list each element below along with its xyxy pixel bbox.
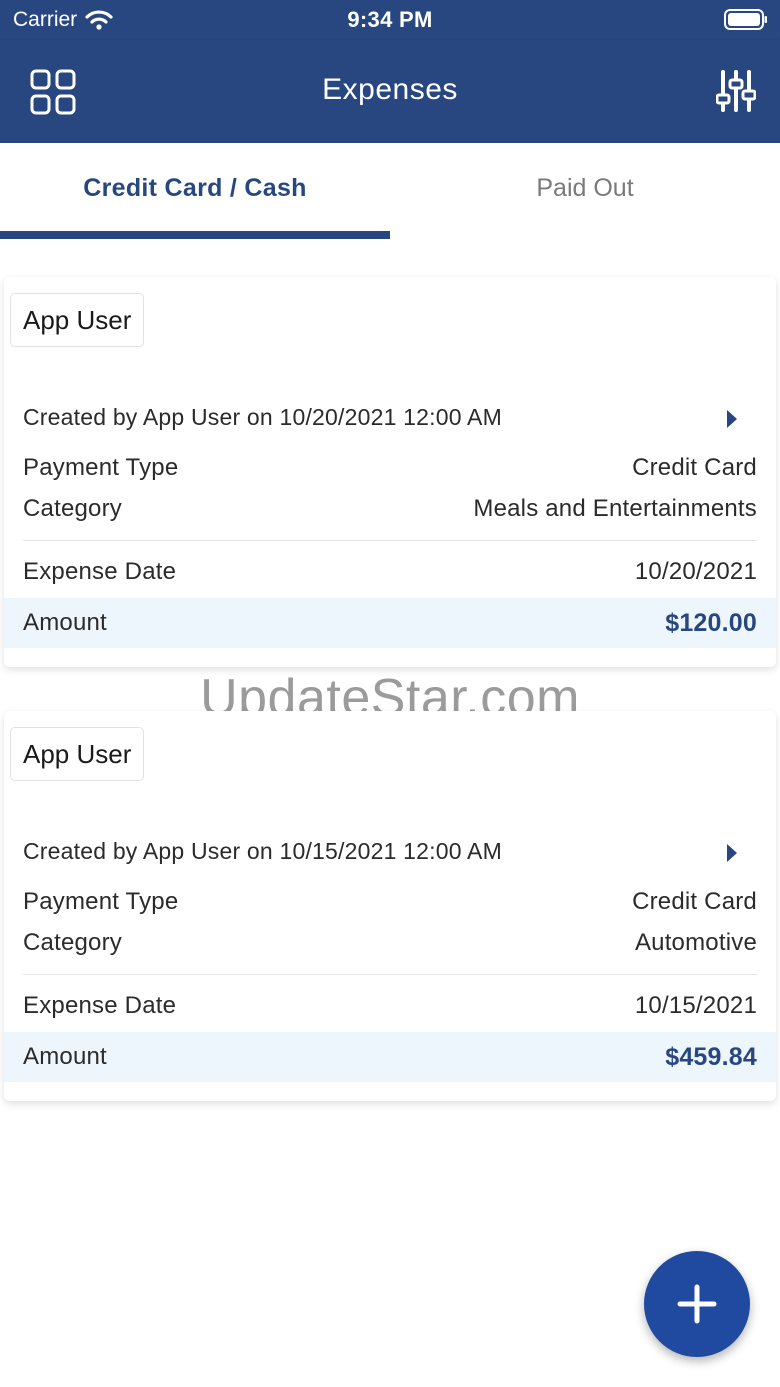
expense-date-value: 10/15/2021 [634,992,757,1019]
amount-value: $120.00 [665,608,757,637]
user-chip: App User [10,293,145,347]
divider [23,974,757,975]
status-time: 9:34 PM [347,7,433,32]
expense-card[interactable]: App User Created by App User on 10/15/20… [4,711,776,1101]
chevron-right-icon[interactable] [726,409,738,429]
expense-date-label: Expense Date [23,558,177,585]
tab-bar: Credit Card / Cash Paid Out [0,143,780,240]
category-label: Category [23,495,122,522]
payment-type-label: Payment Type [23,454,179,481]
status-bar: Carrier 9:34 PM [0,0,780,40]
category-value: Automotive [634,929,757,956]
category-value: Meals and Entertainments [473,495,757,522]
user-chip: App User [10,727,145,781]
payment-type-value: Credit Card [632,888,757,915]
payment-type-row: Payment Type Credit Card [23,448,757,488]
filter-sliders-icon[interactable] [716,69,756,113]
divider [23,540,757,541]
category-row: Category Automotive [23,923,757,963]
amount-label: Amount [23,609,107,636]
amount-row: Amount $120.00 [23,603,757,643]
tab-paid-out[interactable]: Paid Out [390,143,780,233]
created-by-text: Created by App User on 10/15/2021 12:00 … [23,838,502,864]
payment-type-value: Credit Card [632,454,757,481]
expense-date-value: 10/20/2021 [634,558,757,585]
chevron-right-icon[interactable] [726,843,738,863]
page-title: Expenses [322,73,458,106]
expense-date-label: Expense Date [23,992,177,1019]
amount-value: $459.84 [665,1042,757,1071]
expense-card[interactable]: App User Created by App User on 10/20/20… [4,277,776,667]
battery-icon [724,9,767,30]
amount-label: Amount [23,1043,107,1070]
payment-type-row: Payment Type Credit Card [23,882,757,922]
payment-type-label: Payment Type [23,888,179,915]
expense-date-row: Expense Date 10/20/2021 [23,552,757,592]
plus-icon [677,1284,717,1324]
created-by-text: Created by App User on 10/20/2021 12:00 … [23,404,502,430]
active-tab-indicator [0,231,390,239]
tab-credit-card-cash[interactable]: Credit Card / Cash [0,143,390,233]
category-row: Category Meals and Entertainments [23,489,757,529]
category-label: Category [23,929,122,956]
amount-row: Amount $459.84 [23,1037,757,1077]
add-expense-button[interactable] [644,1251,750,1357]
expense-date-row: Expense Date 10/15/2021 [23,986,757,1026]
nav-bar: Expenses [0,40,780,143]
